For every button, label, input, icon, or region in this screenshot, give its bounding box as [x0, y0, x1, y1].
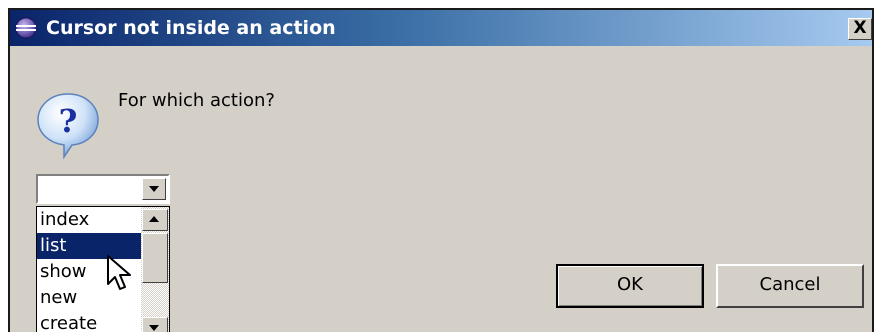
scroll-up-button[interactable]: [142, 209, 168, 231]
title-bar[interactable]: Cursor not inside an action X: [10, 10, 872, 46]
dropdown-item-index[interactable]: index: [37, 207, 141, 233]
dialog-window: Cursor not inside an action X ? For whic…: [8, 8, 874, 332]
action-dropdown-list[interactable]: index list show new create: [36, 206, 170, 332]
dropdown-item-create[interactable]: create: [37, 311, 141, 332]
combo-dropdown-button[interactable]: [142, 178, 166, 200]
mouse-pointer-icon: [106, 254, 134, 294]
eclipse-icon: [14, 16, 38, 40]
close-button[interactable]: X: [848, 18, 872, 40]
question-icon: ?: [34, 90, 102, 160]
svg-text:?: ?: [59, 102, 78, 140]
ok-button[interactable]: OK: [556, 264, 704, 308]
arrow-down-icon: [149, 325, 159, 331]
dialog-message: For which action?: [118, 90, 275, 111]
arrow-up-icon: [149, 216, 159, 222]
action-combo[interactable]: [36, 174, 170, 204]
dropdown-scrollbar[interactable]: [141, 207, 169, 332]
scroll-thumb[interactable]: [142, 233, 168, 283]
cancel-button[interactable]: Cancel: [716, 264, 864, 308]
scroll-down-button[interactable]: [142, 317, 168, 332]
window-title: Cursor not inside an action: [46, 17, 336, 39]
chevron-down-icon: [149, 186, 159, 192]
